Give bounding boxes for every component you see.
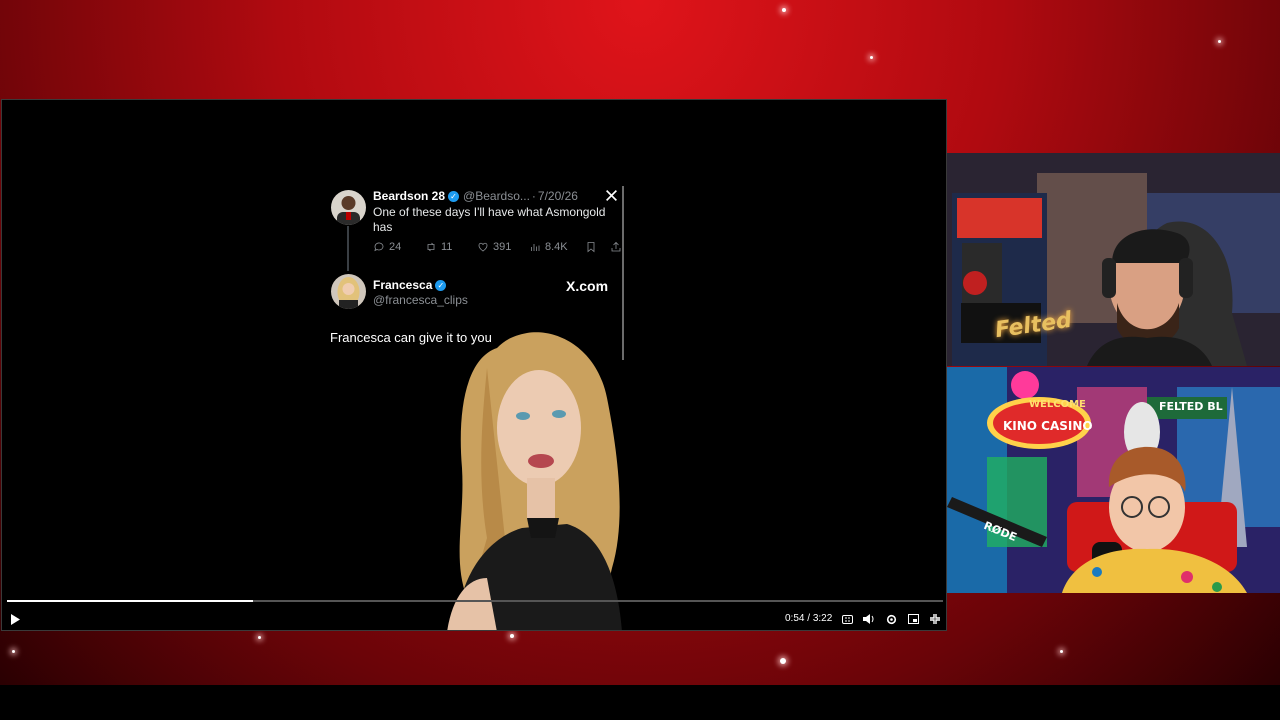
fullscreen-exit-button[interactable] xyxy=(928,612,942,626)
xcom-text: X.com xyxy=(566,278,609,294)
tweet-date[interactable]: 7/20/26 xyxy=(538,189,578,203)
sparkle xyxy=(510,634,514,638)
kino-casino-sign: KINO CASINO xyxy=(1003,419,1093,433)
x-logo-icon xyxy=(606,190,617,201)
avatar[interactable] xyxy=(331,190,366,225)
like-icon xyxy=(478,242,488,252)
captions-button[interactable] xyxy=(840,612,854,626)
sparkle xyxy=(1218,40,1221,43)
time-display: 0:54 / 3:22 xyxy=(785,613,832,624)
views-count: 8.4K xyxy=(545,241,568,253)
share-icon xyxy=(611,241,621,252)
verified-badge-icon: ✓ xyxy=(435,279,447,291)
welcome-sign-top: WELCOME xyxy=(1029,399,1086,410)
bookmark-icon xyxy=(587,242,595,253)
author-name[interactable]: Beardson 28 xyxy=(373,189,445,203)
street-sign: FELTED BL xyxy=(1159,400,1223,413)
seek-bar-progress xyxy=(7,600,254,602)
retweet-button[interactable]: 11 xyxy=(425,241,477,253)
like-count: 391 xyxy=(493,241,512,253)
verified-badge-icon: ✓ xyxy=(448,190,460,202)
miniplayer-button[interactable] xyxy=(906,612,920,626)
webcam-streamer-1: Felted xyxy=(947,153,1280,366)
like-button[interactable]: 391 xyxy=(477,241,529,253)
avatar[interactable] xyxy=(331,274,366,309)
sparkle xyxy=(782,8,786,12)
webcam-scene xyxy=(947,367,1280,593)
tweet-text: One of these days I'll have what Asmongo… xyxy=(373,205,605,235)
seek-bar[interactable] xyxy=(7,600,943,602)
settings-icon xyxy=(886,614,896,624)
author-handle[interactable]: @francesca_clips xyxy=(373,293,468,307)
sparkle xyxy=(1060,650,1063,653)
play-icon xyxy=(11,613,20,625)
fullscreen-exit-icon xyxy=(930,614,940,624)
bottom-bar xyxy=(0,685,1280,720)
bookmark-button[interactable] xyxy=(585,241,610,253)
volume-button[interactable] xyxy=(862,612,876,626)
author-name[interactable]: Francesca xyxy=(373,278,432,292)
thread-line xyxy=(347,226,349,271)
time-separator: / xyxy=(804,613,813,624)
xcom-label: X.com xyxy=(566,278,608,294)
reply-icon xyxy=(374,242,384,252)
sparkle xyxy=(258,636,261,639)
views-button[interactable]: 8.4K xyxy=(529,241,585,253)
views-icon xyxy=(531,244,540,251)
tweet-metrics: 24 11 391 8.4K xyxy=(373,241,624,253)
tweet-header: Beardson 28 ✓ @Beardso... · 7/20/26 xyxy=(373,189,578,203)
sparkle xyxy=(12,650,15,653)
sparkle xyxy=(870,56,873,59)
player-controls: 0:54 / 3:22 xyxy=(2,608,946,630)
time-current: 0:54 xyxy=(785,613,805,624)
retweet-count: 11 xyxy=(441,241,453,253)
volume-icon xyxy=(863,614,874,624)
webcam-streamer-2: WELCOME KINO CASINO FELTED BL RØDE xyxy=(947,367,1280,593)
captions-icon xyxy=(841,614,853,624)
sparkle xyxy=(780,658,786,664)
separator: · xyxy=(531,189,536,203)
settings-button[interactable] xyxy=(884,612,898,626)
author-handle[interactable]: @Beardso... xyxy=(463,189,530,203)
reply-count: 24 xyxy=(389,241,402,253)
play-button[interactable] xyxy=(8,612,22,626)
tweet-text-line: has xyxy=(373,220,393,234)
share-button[interactable] xyxy=(610,241,624,253)
reply-button[interactable]: 24 xyxy=(373,241,425,253)
tweet-text-line: One of these days I'll have what Asmongo… xyxy=(373,205,606,219)
miniplayer-icon xyxy=(907,614,919,624)
video-player[interactable]: Beardson 28 ✓ @Beardso... · 7/20/26 One … xyxy=(1,99,947,631)
presenter-figure xyxy=(447,332,622,630)
reply-header: Francesca ✓ xyxy=(373,278,447,292)
retweet-icon xyxy=(427,242,435,252)
time-total: 3:22 xyxy=(812,613,833,624)
